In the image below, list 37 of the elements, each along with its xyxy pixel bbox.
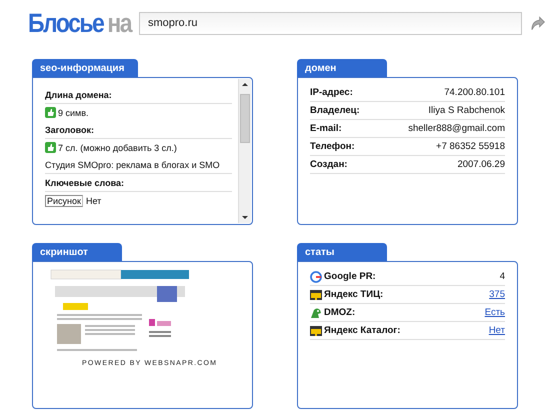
field-value: 2007.06.29 xyxy=(457,159,505,170)
field-label: E-mail: xyxy=(310,123,342,134)
value-link[interactable]: Нет xyxy=(488,325,505,336)
field-label: Google PR: xyxy=(324,271,376,282)
value-link[interactable]: 375 xyxy=(489,289,505,300)
broken-image: Рисунок xyxy=(45,194,83,206)
field-value: sheller888@gmail.com xyxy=(408,123,505,134)
field-value: 9 симв. xyxy=(58,108,89,118)
scrollbar[interactable] xyxy=(238,79,251,223)
folder-icon xyxy=(310,288,322,300)
field-label: Создан: xyxy=(310,159,348,170)
site-logo: Блосье xyxy=(28,7,104,39)
curved-arrow-icon[interactable] xyxy=(530,15,545,31)
thumbs-up-icon xyxy=(45,107,56,118)
field-value: +7 86352 55918 xyxy=(436,141,505,152)
field-label: Яндекс ТИЦ: xyxy=(324,289,384,300)
field-label: Заголовок: xyxy=(45,124,94,134)
page-title-text: Студия SMOpro: реклама в блогах и SMO xyxy=(45,160,220,170)
field-label: Владелец: xyxy=(310,105,360,116)
folder-icon xyxy=(310,324,322,336)
field-label: IP-адрес: xyxy=(310,87,353,98)
field-label: DMOZ: xyxy=(324,307,356,318)
field-value: 4 xyxy=(500,271,505,282)
field-label: Длина домена: xyxy=(45,90,112,100)
thumbs-up-icon xyxy=(45,142,56,153)
field-label: Яндекс Каталог: xyxy=(324,325,400,336)
creature-icon xyxy=(310,306,322,318)
g-logo-icon xyxy=(310,270,322,282)
logo-suffix: на xyxy=(107,7,131,39)
field-value: Iliya S Rabchenok xyxy=(428,105,505,116)
field-value: 7 сл. (можно добавить 3 сл.) xyxy=(58,142,177,152)
field-label: Телефон: xyxy=(310,141,355,152)
value-link[interactable]: Есть xyxy=(484,307,505,318)
field-value: Нет xyxy=(86,196,102,206)
field-value: 74.200.80.101 xyxy=(444,87,505,98)
domain-input[interactable]: smopro.ru xyxy=(139,12,522,34)
field-label: Ключевые слова: xyxy=(45,178,124,188)
